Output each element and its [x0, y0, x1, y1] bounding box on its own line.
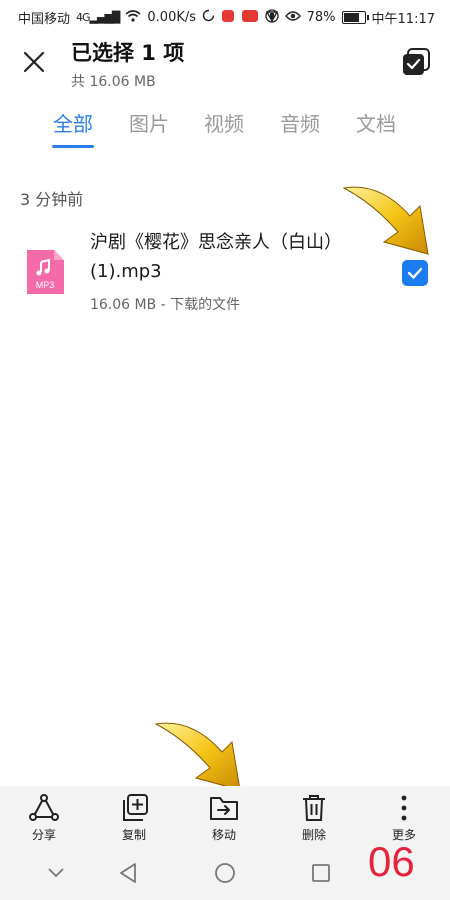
tab-audio[interactable]: 音频 — [277, 108, 323, 137]
group-header: 3 分钟前 — [20, 190, 84, 209]
copy-button[interactable]: 复制 — [104, 794, 164, 843]
share-button[interactable]: 分享 — [14, 794, 74, 843]
move-icon — [210, 797, 238, 820]
app-notification-icon — [221, 9, 235, 27]
step-number-stamp: 06 — [368, 838, 415, 885]
tab-images[interactable]: 图片 — [126, 108, 172, 137]
tab-documents[interactable]: 文档 — [353, 108, 399, 137]
nfc-icon — [264, 8, 279, 27]
battery-percent: 78% — [306, 10, 336, 25]
home-icon — [215, 863, 235, 883]
nav-home-button[interactable] — [214, 862, 236, 888]
nav-collapse-button[interactable] — [46, 862, 66, 886]
battery-icon — [341, 11, 369, 24]
status-bar: 中国移动 4G▂▄▆█ 0.00K/s 78% 中午11:17 — [0, 0, 450, 32]
tab-indicator — [52, 145, 94, 148]
tab-videos[interactable]: 视频 — [201, 108, 247, 137]
app-notification-icon-2 — [241, 9, 259, 27]
select-all-button[interactable] — [400, 46, 432, 78]
wifi-icon — [125, 9, 141, 26]
pointer-arrow-icon-2 — [154, 722, 241, 791]
file-meta: 16.06 MB - 下载的文件 — [90, 297, 241, 313]
move-button[interactable]: 移动 — [194, 794, 254, 843]
close-icon — [23, 51, 45, 73]
select-all-icon — [403, 48, 430, 75]
recents-icon — [312, 864, 330, 882]
move-label: 移动 — [211, 828, 236, 842]
carrier-label: 中国移动 — [18, 12, 71, 27]
delete-icon — [303, 795, 325, 821]
signal-icon: 4G▂▄▆█ — [76, 11, 120, 24]
back-icon — [120, 863, 136, 883]
more-icon — [401, 795, 407, 821]
network-speed: 0.00K/s — [147, 10, 197, 25]
page-title: 已选择 1 项 — [71, 41, 185, 65]
clock: 中午11:17 — [371, 12, 435, 27]
mp3-icon-label: MP3 — [36, 280, 55, 290]
category-tabs: 全部 图片 视频 音频 文档 — [0, 108, 450, 154]
file-checkbox[interactable] — [402, 260, 428, 286]
chevron-down-icon — [48, 868, 64, 878]
pointer-arrow-icon — [342, 186, 429, 255]
file-name: 沪剧《樱花》思念亲人（白山）(1).mp3 — [90, 232, 342, 282]
share-icon — [29, 794, 59, 821]
selection-header: 已选择 1 项 共 16.06 MB — [0, 32, 450, 94]
delete-label: 删除 — [301, 828, 326, 842]
eye-icon — [284, 10, 301, 26]
total-size: 共 16.06 MB — [71, 74, 156, 90]
delete-button[interactable]: 删除 — [284, 794, 344, 843]
nav-recents-button[interactable] — [310, 862, 332, 888]
tab-all[interactable]: 全部 — [50, 108, 96, 137]
nav-back-button[interactable] — [117, 862, 139, 888]
copy-icon — [123, 794, 148, 821]
share-label: 分享 — [31, 828, 56, 842]
close-button[interactable] — [20, 48, 48, 76]
sync-icon — [202, 9, 215, 26]
copy-label: 复制 — [121, 828, 146, 842]
mp3-file-icon: MP3 — [24, 248, 66, 296]
checkmark-icon — [407, 267, 423, 279]
more-button[interactable]: 更多 — [374, 794, 434, 843]
